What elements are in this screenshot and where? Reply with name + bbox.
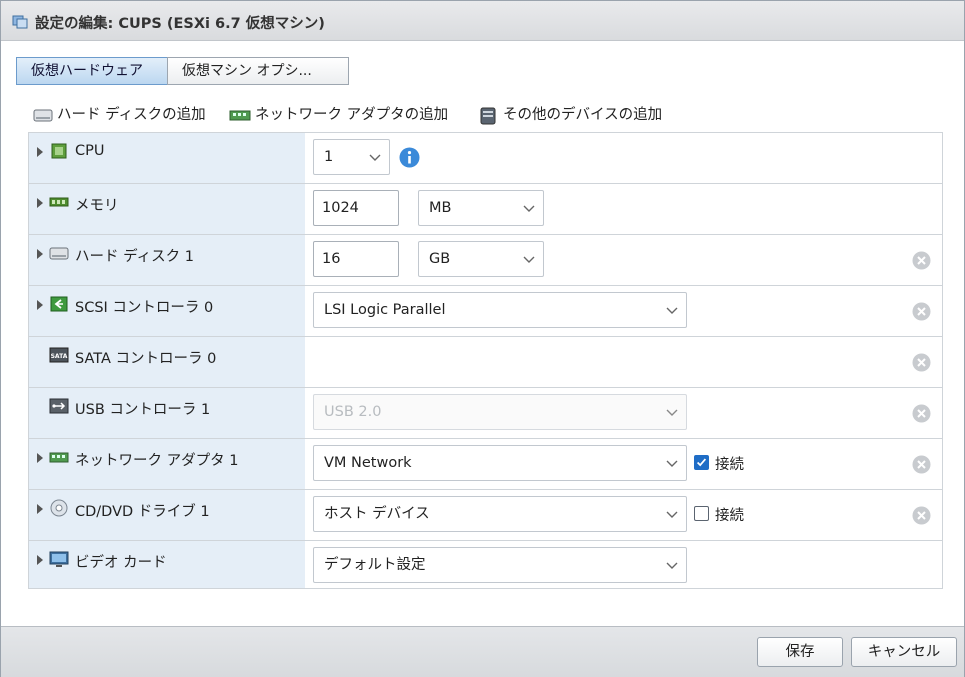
cd-dvd-source-select[interactable]: ホスト デバイス xyxy=(313,496,687,532)
expand-caret-icon[interactable] xyxy=(36,555,44,565)
remove-device-icon[interactable] xyxy=(912,506,931,525)
network-connect-label: 接続 xyxy=(715,457,744,473)
title-bar: 設定の編集: CUPS (ESXi 6.7 仮想マシン) xyxy=(1,1,964,41)
scsi-type-select[interactable]: LSI Logic Parallel xyxy=(313,292,687,328)
add-hard-disk-label: ハード ディスクの追加 xyxy=(57,107,206,123)
network-select[interactable]: VM Network xyxy=(313,445,687,481)
chevron-down-icon xyxy=(523,256,535,263)
hard-disk-label: ハード ディスク 1 xyxy=(75,249,194,265)
cd-dvd-drive-row: CD/DVD ドライブ 1 ホスト デバイス 接続 xyxy=(29,490,942,541)
add-other-device-label: その他のデバイスの追加 xyxy=(503,107,663,123)
usb-controller-row: USB コントローラ 1 USB 2.0 xyxy=(29,388,942,439)
chevron-down-icon xyxy=(666,307,678,314)
memory-unit-value: MB xyxy=(429,200,452,216)
dialog-footer: 保存 キャンセル xyxy=(1,626,964,677)
chevron-down-icon xyxy=(666,460,678,467)
remove-device-icon[interactable] xyxy=(912,251,931,270)
disk-size-input[interactable]: 16 xyxy=(313,241,399,277)
memory-size-input[interactable]: 1024 xyxy=(313,190,399,226)
save-button[interactable]: 保存 xyxy=(757,637,843,667)
expand-caret-icon[interactable] xyxy=(36,453,44,463)
usb-controller-label: USB コントローラ 1 xyxy=(75,402,211,418)
expand-caret-icon[interactable] xyxy=(36,504,44,514)
expand-caret-icon[interactable] xyxy=(36,147,44,157)
expand-caret-icon[interactable] xyxy=(36,300,44,310)
expand-caret-icon[interactable] xyxy=(36,249,44,259)
scsi-type-value: LSI Logic Parallel xyxy=(324,302,446,318)
network-adapter-icon xyxy=(49,452,69,463)
hard-disk-icon xyxy=(33,109,53,122)
tab-vm-options[interactable]: 仮想マシン オプシ... xyxy=(167,57,349,85)
memory-icon xyxy=(49,197,69,207)
memory-unit-select[interactable]: MB xyxy=(418,190,544,226)
other-device-icon xyxy=(480,107,496,125)
scsi-controller-row: SCSI コントローラ 0 LSI Logic Parallel xyxy=(29,286,942,337)
disk-unit-select[interactable]: GB xyxy=(418,241,544,277)
cpu-count-value: 1 xyxy=(324,149,334,165)
cancel-button[interactable]: キャンセル xyxy=(851,637,957,667)
cd-dvd-icon xyxy=(50,499,68,517)
memory-row: メモリ 1024 MB xyxy=(29,184,942,235)
add-network-adapter-label: ネットワーク アダプタの追加 xyxy=(255,107,449,123)
remove-device-icon[interactable] xyxy=(912,455,931,474)
cpu-icon xyxy=(51,143,67,159)
hard-disk-icon xyxy=(49,247,69,260)
cpu-count-select[interactable]: 1 xyxy=(313,139,390,175)
cpu-row: CPU 1 xyxy=(29,133,942,184)
usb-icon xyxy=(49,398,69,414)
network-connect-checkbox[interactable] xyxy=(694,455,709,470)
cd-dvd-source-value: ホスト デバイス xyxy=(324,506,430,522)
chevron-down-icon xyxy=(666,409,678,416)
usb-type-select[interactable]: USB 2.0 xyxy=(313,394,687,430)
cpu-label: CPU xyxy=(75,143,105,159)
video-card-value: デフォルト設定 xyxy=(324,557,426,573)
memory-label: メモリ xyxy=(75,198,119,214)
remove-device-icon[interactable] xyxy=(912,302,931,321)
video-card-label: ビデオ カード xyxy=(75,555,167,571)
cd-dvd-connect-label: 接続 xyxy=(715,508,744,524)
tab-virtual-hardware[interactable]: 仮想ハードウェア xyxy=(16,57,168,85)
hard-disk-row: ハード ディスク 1 16 GB xyxy=(29,235,942,286)
chevron-down-icon xyxy=(523,205,535,212)
usb-type-value: USB 2.0 xyxy=(324,404,382,420)
remove-device-icon[interactable] xyxy=(912,353,931,372)
cd-dvd-connect-checkbox[interactable] xyxy=(694,506,709,521)
sata-controller-icon: SATA xyxy=(49,347,69,363)
sata-controller-label: SATA コントローラ 0 xyxy=(75,351,217,367)
remove-device-icon[interactable] xyxy=(912,404,931,423)
svg-text:SATA: SATA xyxy=(51,353,68,360)
dialog-title: 設定の編集: CUPS (ESXi 6.7 仮想マシン) xyxy=(35,16,325,32)
info-icon[interactable] xyxy=(399,147,420,168)
network-value: VM Network xyxy=(324,455,412,471)
edit-settings-dialog: 設定の編集: CUPS (ESXi 6.7 仮想マシン) 仮想ハードウェア 仮想… xyxy=(0,0,965,677)
video-card-icon xyxy=(49,551,69,567)
chevron-down-icon xyxy=(666,562,678,569)
vm-window-icon xyxy=(12,15,28,29)
chevron-down-icon xyxy=(369,154,381,161)
network-adapter-label: ネットワーク アダプタ 1 xyxy=(75,453,239,469)
checkmark-icon xyxy=(696,458,707,467)
disk-unit-value: GB xyxy=(429,251,451,267)
cd-dvd-drive-label: CD/DVD ドライブ 1 xyxy=(75,504,210,520)
expand-caret-icon[interactable] xyxy=(36,198,44,208)
network-adapter-row: ネットワーク アダプタ 1 VM Network 接続 xyxy=(29,439,942,490)
hardware-table: CPU 1 メモリ 1024 MB ハード ディスク 1 16 GB SCSI … xyxy=(28,132,943,589)
video-card-row: ビデオ カード デフォルト設定 xyxy=(29,541,942,588)
scsi-controller-icon xyxy=(50,296,68,312)
scsi-controller-label: SCSI コントローラ 0 xyxy=(75,300,214,316)
video-card-select[interactable]: デフォルト設定 xyxy=(313,547,687,583)
network-adapter-icon xyxy=(229,110,251,121)
chevron-down-icon xyxy=(666,511,678,518)
sata-controller-row: SATA SATA コントローラ 0 xyxy=(29,337,942,388)
